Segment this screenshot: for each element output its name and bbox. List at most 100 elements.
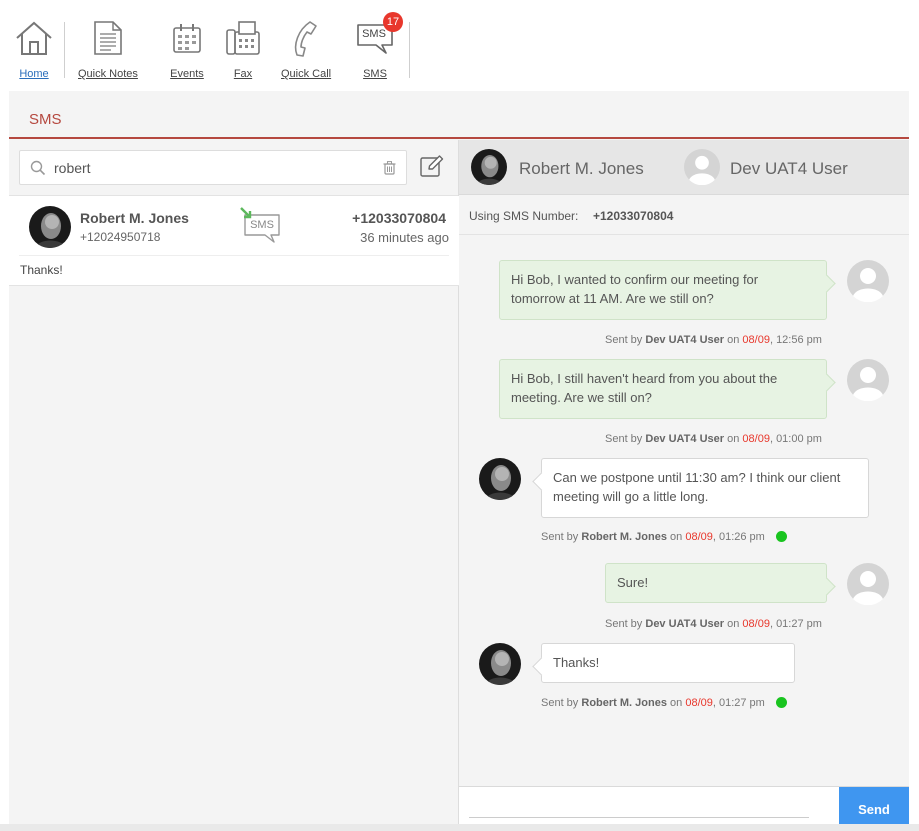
message-input[interactable] (469, 793, 809, 815)
toolbar-label: Quick Call (281, 68, 332, 80)
sms-panel: SMS Robert M. Jones +12024950718 (9, 91, 909, 831)
panel-header: SMS (9, 91, 909, 139)
message-bubble: Can we postpone until 11:30 am? I think … (541, 458, 869, 518)
meta-sent-by: Sent by (541, 531, 579, 543)
meta-on: on (670, 697, 683, 709)
message-bubble: Thanks! (541, 643, 795, 683)
calendar-icon (167, 18, 207, 58)
meta-time: , 01:26 pm (712, 531, 765, 543)
contact-phone: +12024950718 (80, 230, 161, 244)
message-meta: Sent by Robert M. Jones on 08/09, 01:26 … (541, 531, 787, 543)
message-bubble: Hi Bob, I wanted to confirm our meeting … (499, 260, 827, 320)
contact-avatar (29, 206, 71, 253)
meta-time: , 01:27 pm (712, 697, 765, 709)
using-number-label: Using SMS Number: (469, 209, 579, 223)
toolbar-label: Quick Notes (78, 68, 138, 80)
search-icon (30, 160, 46, 181)
meta-sent-by: Sent by (605, 433, 643, 445)
message-meta: Sent by Dev UAT4 User on 08/09, 01:27 pm (605, 618, 822, 630)
meta-date: 08/09 (685, 531, 713, 543)
meta-date: 08/09 (742, 334, 770, 346)
meta-sent-by: Sent by (541, 697, 579, 709)
phone-icon (286, 18, 326, 58)
contact-avatar (471, 149, 507, 190)
meta-on: on (727, 334, 740, 346)
meta-sender: Dev UAT4 User (645, 433, 725, 445)
meta-time: , 01:00 pm (769, 433, 822, 445)
using-number-bar: Using SMS Number: +12033070804 (459, 195, 909, 235)
meta-sent-by: Sent by (605, 334, 643, 346)
toolbar-label: SMS (363, 68, 387, 80)
meta-date: 08/09 (685, 697, 713, 709)
message-text: Sure! (617, 575, 649, 590)
top-toolbar: Home Quick Notes Events Fax Quick Call S… (0, 0, 919, 90)
toolbar-home[interactable]: Home (14, 18, 54, 80)
toolbar-label: Home (19, 68, 49, 80)
message-text: Thanks! (553, 655, 600, 670)
conversation-item[interactable]: Robert M. Jones +12024950718 SMS +120330… (9, 196, 459, 286)
meta-sender: Dev UAT4 User (645, 618, 725, 630)
trash-icon[interactable] (383, 161, 396, 180)
user-avatar (847, 359, 889, 406)
online-status-dot (775, 697, 787, 708)
toolbar-quick-notes[interactable]: Quick Notes (78, 18, 138, 80)
message-meta: Sent by Dev UAT4 User on 08/09, 01:00 pm (605, 433, 822, 445)
toolbar-events[interactable]: Events (167, 18, 207, 80)
toolbar-fax[interactable]: Fax (223, 18, 263, 80)
contact-avatar (479, 458, 521, 505)
sms-icon-text: SMS (250, 219, 274, 231)
conversation-number: +12033070804 (352, 210, 446, 226)
search-input[interactable] (54, 158, 374, 178)
meta-time: , 01:27 pm (769, 618, 822, 630)
conversation-time: 36 minutes ago (360, 230, 449, 245)
message-text: Hi Bob, I wanted to confirm our meeting … (511, 272, 759, 306)
meta-date: 08/09 (742, 618, 770, 630)
page-title: SMS (29, 111, 62, 128)
toolbar-divider (409, 22, 410, 78)
meta-sent-by: Sent by (605, 618, 643, 630)
message-text: Hi Bob, I still haven't heard from you a… (511, 371, 778, 405)
meta-sender: Robert M. Jones (581, 531, 667, 543)
input-underline (469, 817, 809, 818)
meta-on: on (727, 618, 740, 630)
document-icon (88, 18, 128, 58)
chat-contact-name: Robert M. Jones (519, 159, 644, 178)
message-meta: Sent by Robert M. Jones on 08/09, 01:27 … (541, 697, 787, 709)
chat-user-name: Dev UAT4 User (730, 159, 848, 178)
sms-icon: SMS 17 (355, 12, 403, 58)
toolbar-quick-call[interactable]: Quick Call (281, 18, 331, 80)
contact-avatar (479, 643, 521, 690)
sms-icon: SMS (239, 207, 281, 248)
last-message-preview: Thanks! (20, 263, 63, 277)
search-box (19, 150, 407, 185)
contact-name: Robert M. Jones (80, 210, 189, 226)
user-avatar (684, 149, 720, 190)
meta-on: on (670, 531, 683, 543)
meta-sender: Robert M. Jones (581, 697, 667, 709)
compose-icon[interactable] (420, 155, 444, 182)
search-row (9, 140, 458, 196)
meta-on: on (727, 433, 740, 445)
message-meta: Sent by Dev UAT4 User on 08/09, 12:56 pm (605, 334, 822, 346)
toolbar-divider (64, 22, 65, 78)
toolbar-label: Events (170, 68, 204, 80)
bottom-strip (0, 824, 919, 831)
online-status-dot (775, 531, 787, 542)
message-bubble: Sure! (605, 563, 827, 603)
meta-date: 08/09 (742, 433, 770, 445)
message-text: Can we postpone until 11:30 am? I think … (553, 470, 841, 504)
conversation-list-pane: Robert M. Jones +12024950718 SMS +120330… (9, 140, 459, 831)
meta-time: , 12:56 pm (769, 334, 822, 346)
message-bubble: Hi Bob, I still haven't heard from you a… (499, 359, 827, 419)
meta-sender: Dev UAT4 User (645, 334, 725, 346)
using-number-value: +12033070804 (593, 209, 674, 223)
home-icon (14, 18, 54, 58)
user-avatar (847, 260, 889, 307)
user-avatar (847, 563, 889, 610)
fax-icon (223, 18, 263, 58)
chat-header: Robert M. Jones Dev UAT4 User (459, 140, 909, 195)
toolbar-sms[interactable]: SMS 17 SMS (355, 12, 403, 80)
divider (19, 255, 449, 256)
toolbar-label: Fax (233, 68, 253, 80)
chat-pane: Robert M. Jones Dev UAT4 User Using SMS … (459, 140, 909, 831)
